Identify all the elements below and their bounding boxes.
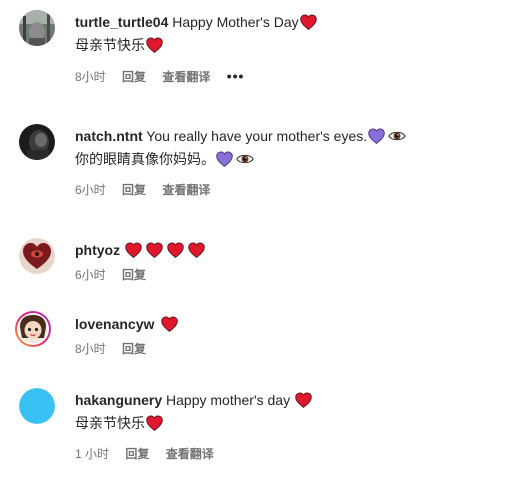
- avatar[interactable]: [19, 238, 55, 274]
- eye-icon: [236, 154, 254, 164]
- timestamp: 1 小时: [75, 447, 110, 461]
- timestamp: 8小时: [75, 342, 106, 356]
- see-translation-button[interactable]: 查看翻译: [162, 70, 210, 84]
- see-translation-button[interactable]: 查看翻译: [166, 447, 214, 461]
- username[interactable]: lovenancyw: [75, 316, 154, 332]
- username[interactable]: hakangunery: [75, 392, 162, 408]
- red-heart-icon: [167, 242, 184, 258]
- avatar[interactable]: [19, 124, 55, 160]
- purple-heart-icon: [368, 128, 385, 144]
- username[interactable]: natch.ntnt: [75, 128, 143, 144]
- username[interactable]: turtle_turtle04: [75, 14, 168, 30]
- reply-button[interactable]: 回复: [122, 342, 146, 356]
- more-options-icon[interactable]: •••: [227, 68, 245, 84]
- comment-text: Happy Mother's Day: [172, 14, 299, 30]
- username[interactable]: phtyoz: [75, 242, 120, 258]
- reply-button[interactable]: 回复: [125, 447, 149, 461]
- timestamp: 6小时: [75, 268, 106, 282]
- avatar[interactable]: [14, 310, 52, 348]
- comment-list: turtle_turtle04 Happy Mother's Day 母亲节快乐…: [0, 0, 515, 487]
- purple-heart-icon: [216, 151, 233, 167]
- translated-text: 母亲节快乐: [75, 37, 145, 53]
- eye-icon: [388, 131, 406, 141]
- red-heart-icon: [299, 14, 317, 30]
- reply-button[interactable]: 回复: [122, 268, 146, 282]
- comment-text: Happy mother's day: [166, 392, 291, 408]
- red-heart-icon: [295, 392, 312, 408]
- translated-text: 你的眼睛真像你妈妈。: [75, 151, 215, 167]
- reply-button[interactable]: 回复: [122, 183, 146, 197]
- timestamp: 8小时: [75, 70, 106, 84]
- red-heart-icon: [146, 242, 163, 258]
- translated-text: 母亲节快乐: [75, 415, 145, 431]
- red-heart-icon: [125, 242, 142, 258]
- red-heart-icon: [146, 37, 163, 53]
- red-heart-icon: [161, 316, 178, 332]
- see-translation-button[interactable]: 查看翻译: [162, 183, 210, 197]
- comment-text: You really have your mother's eyes.: [146, 128, 368, 144]
- red-heart-icon: [146, 415, 163, 431]
- avatar[interactable]: [19, 388, 55, 424]
- timestamp: 6小时: [75, 183, 106, 197]
- avatar[interactable]: [19, 10, 55, 46]
- reply-button[interactable]: 回复: [122, 70, 146, 84]
- red-heart-icon: [188, 242, 205, 258]
